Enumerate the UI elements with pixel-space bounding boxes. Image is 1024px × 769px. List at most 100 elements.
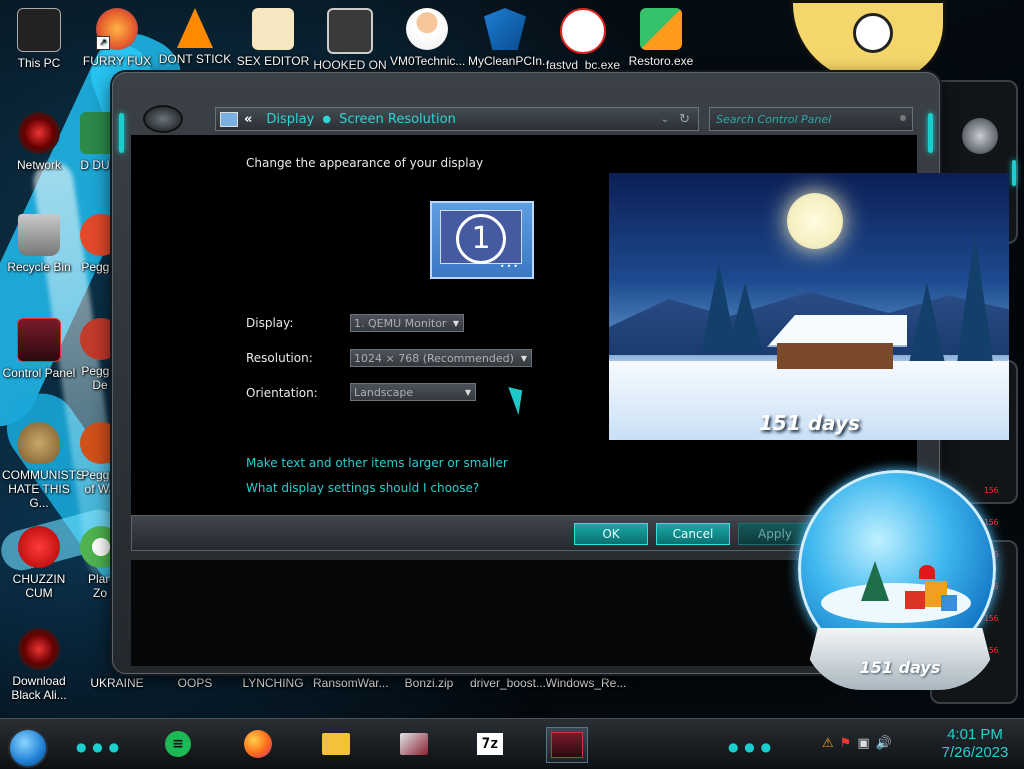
desktop-icon-label: Download Black Ali...	[11, 674, 67, 702]
breadcrumb-screen-resolution[interactable]: Screen Resolution	[339, 112, 456, 127]
clock-time: 4:01 PM	[947, 726, 1003, 743]
frame-code-text: 156	[984, 486, 999, 495]
breadcrumb-separator-icon[interactable]: ●	[322, 114, 331, 125]
desktop-icon-label: Bonzi.zip	[404, 676, 454, 690]
desktop-icon-label: CHUZZIN CUM	[12, 572, 66, 600]
desktop-icon-label: Recycle Bin	[7, 260, 71, 274]
money-bag-icon	[18, 422, 60, 464]
desktop-icon-ukraine[interactable]: UKRAINE	[80, 676, 154, 690]
taskbar-clock[interactable]: 4:01 PM 7/26/2023	[930, 726, 1020, 762]
network-tray-icon[interactable]: ▣	[857, 736, 869, 756]
winter-countdown-widget[interactable]: 151 days	[609, 173, 1009, 440]
address-dropdown-icon[interactable]: ⌄	[661, 114, 669, 125]
taskbar-decoration: ● ● ●	[76, 740, 121, 754]
desktop-icon-control-panel[interactable]: Control Panel	[2, 318, 76, 380]
desktop-icon-chuzzin[interactable]: CHUZZIN CUM	[2, 526, 76, 600]
snow-globe-base: 151 days	[802, 628, 998, 690]
control-panel-icon	[17, 318, 61, 362]
search-icon[interactable]	[900, 115, 906, 121]
start-button[interactable]	[8, 728, 48, 768]
folder-icon	[322, 733, 350, 755]
display-select[interactable]: 1. QEMU Monitor ▼	[350, 314, 464, 332]
maze-icon	[327, 8, 373, 54]
frame-glow	[928, 113, 933, 153]
computer-icon	[17, 8, 61, 52]
spotify-icon: ≡	[165, 731, 191, 757]
snowy-cabin	[767, 315, 907, 371]
desktop-icon-label: RansomWar...	[313, 676, 389, 690]
taskbar-7zip[interactable]: 7z	[470, 727, 510, 761]
shortcut-arrow-icon: ↗	[96, 36, 110, 50]
taskbar-firefox[interactable]	[238, 727, 278, 761]
desktop-icon-oops[interactable]: OOPS	[158, 676, 232, 690]
desktop-icon-furry-fux[interactable]: ↗ FURRY FUX	[80, 8, 154, 68]
desktop-icon-sex-editor[interactable]: SEX EDITOR	[236, 8, 310, 68]
taskbar-file-explorer[interactable]	[316, 727, 356, 761]
desktop-icon-bonzi[interactable]: Bonzi.zip	[392, 676, 466, 690]
chuzzle-icon	[18, 526, 60, 568]
desktop-icon-windows-re[interactable]: Windows_Re...	[544, 676, 628, 690]
search-input[interactable]	[714, 109, 894, 130]
desktop-icon-download-black-alien[interactable]: Download Black Ali...	[2, 628, 76, 702]
monitor-1-tile[interactable]: 1 •••	[430, 201, 534, 279]
alien-icon	[18, 628, 60, 670]
system-tray: ⚠ ⚑ ▣ 🔊	[822, 736, 892, 756]
days-counter: 151 days	[759, 411, 860, 435]
moon-icon	[787, 193, 843, 249]
desktop-icon-communists[interactable]: COMMUNISTS HATE THIS G...	[2, 422, 84, 510]
desktop-icon-hooked-on[interactable]: HOOKED ON	[313, 8, 387, 72]
breadcrumb-display[interactable]: Display	[266, 112, 314, 127]
search-box[interactable]	[709, 107, 913, 131]
video-downloader-icon	[560, 8, 606, 54]
frame-glow	[1012, 160, 1016, 186]
taskbar-control-panel[interactable]	[546, 727, 588, 763]
control-panel-icon	[551, 732, 583, 758]
desktop-icon-label: OOPS	[177, 676, 213, 690]
cancel-button[interactable]: Cancel	[656, 523, 730, 545]
desktop-icon-dont-stick[interactable]: DONT STICK	[158, 8, 232, 66]
control-panel-small-icon	[220, 111, 238, 127]
desktop-icon-this-pc[interactable]: This PC	[2, 8, 76, 70]
action-center-flag-icon[interactable]: ⚑	[840, 736, 852, 756]
shield-icon	[484, 8, 526, 50]
desktop-icon-lynching[interactable]: LYNCHING	[236, 676, 310, 690]
desktop-icon-network[interactable]: Network	[2, 112, 76, 172]
gift-icon	[905, 591, 925, 609]
text-size-link[interactable]: Make text and other items larger or smal…	[246, 456, 508, 470]
resolution-select[interactable]: 1024 × 768 (Recommended) ▼	[350, 349, 532, 367]
alien-head-logo-icon	[143, 105, 183, 133]
desktop-icon-vm0technic[interactable]: VM0Technic...	[390, 8, 465, 68]
orientation-label: Orientation:	[246, 386, 318, 400]
ok-button[interactable]: OK	[574, 523, 648, 545]
desktop-icon-ransomware[interactable]: RansomWar...	[313, 676, 389, 690]
taskbar-display-settings[interactable]	[394, 727, 434, 761]
breadcrumb-overflow-icon[interactable]: «	[244, 112, 252, 127]
orientation-select[interactable]: Landscape ▼	[350, 383, 476, 401]
hxd-icon	[252, 8, 294, 50]
chevron-down-icon: ▼	[464, 388, 471, 397]
monitor-number: 1	[456, 214, 506, 264]
desktop-icon-label: MyCleanPCIn...	[468, 54, 553, 68]
desktop-icon-mycleanpc[interactable]: MyCleanPCIn...	[468, 8, 552, 68]
desktop-icon-recycle-bin[interactable]: Recycle Bin	[2, 214, 76, 274]
tray-warning-icon[interactable]: ⚠	[822, 736, 834, 756]
desktop-icon-fastvd[interactable]: fastvd_bc.exe	[546, 8, 620, 72]
taskbar-spotify[interactable]: ≡	[158, 727, 198, 761]
refresh-icon[interactable]: ↻	[679, 112, 690, 127]
desktop-icon-label: Control Panel	[2, 366, 76, 380]
vlc-icon	[177, 8, 213, 48]
display-settings-icon	[400, 733, 428, 755]
resolution-label: Resolution:	[246, 351, 313, 365]
desktop-icon-restoro[interactable]: Restoro.exe	[624, 8, 698, 68]
christmas-tree-icon	[861, 561, 889, 601]
desktop-icon-label: Restoro.exe	[628, 54, 694, 68]
desktop-icon-label: fastvd_bc.exe	[546, 58, 621, 72]
volume-icon[interactable]: 🔊	[876, 736, 892, 756]
address-bar[interactable]: « Display ● Screen Resolution ⌄ ↻	[215, 107, 699, 131]
taskbar-decoration: ● ● ●	[728, 740, 773, 754]
desktop-icon-driver-booster[interactable]: driver_boost...	[466, 676, 550, 690]
desktop-icon-label: Network	[16, 158, 61, 172]
cabin-wall	[777, 343, 893, 369]
display-help-link[interactable]: What display settings should I choose?	[246, 481, 479, 495]
firefox-icon	[244, 730, 272, 758]
